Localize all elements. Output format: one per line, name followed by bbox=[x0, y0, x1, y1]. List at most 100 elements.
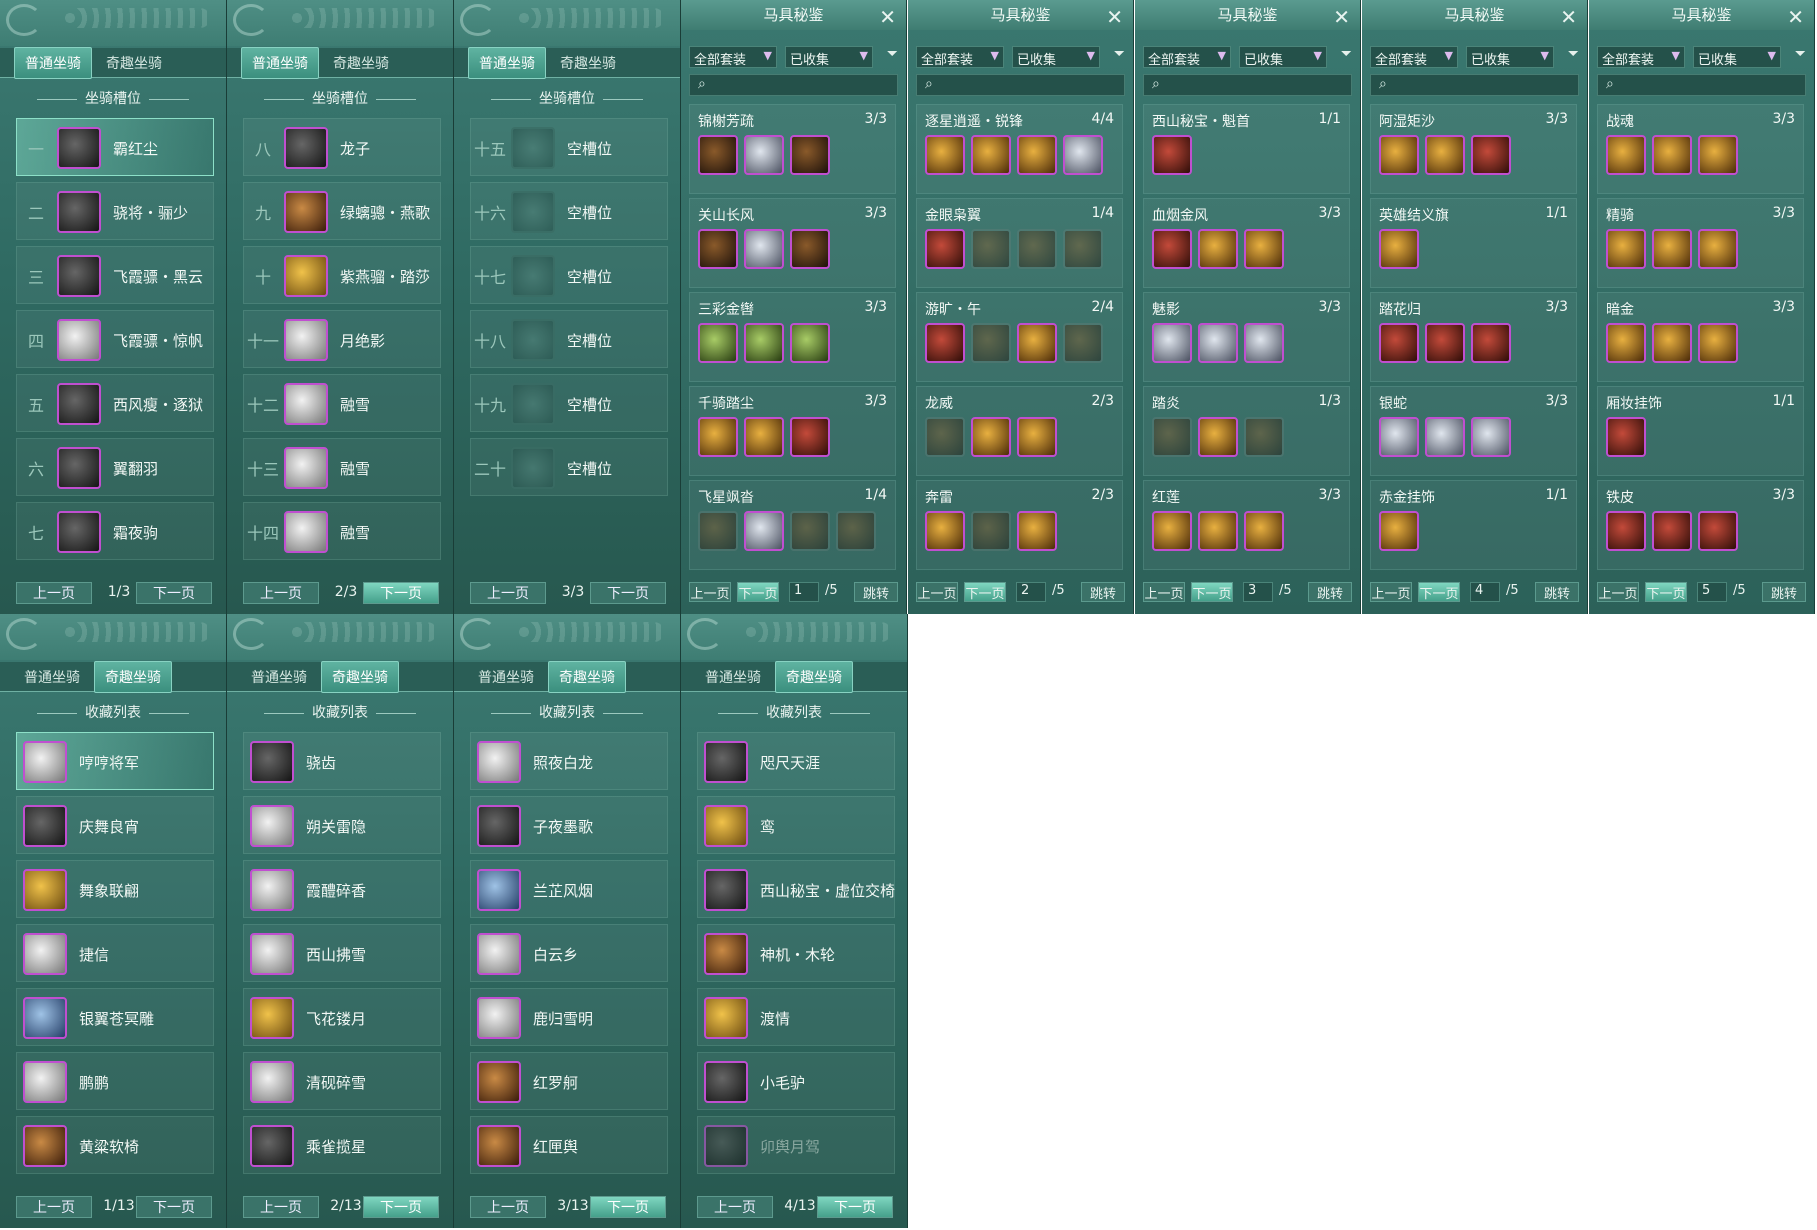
tab-special-mounts[interactable]: 奇趣坐骑 bbox=[321, 660, 399, 693]
collected-filter-dropdown[interactable]: 已收集 ▼ bbox=[1693, 46, 1781, 68]
tack-item-icon[interactable] bbox=[925, 323, 965, 363]
tack-item-icon[interactable] bbox=[1606, 511, 1646, 551]
jump-button[interactable]: 跳转 bbox=[854, 582, 898, 602]
tack-item-icon[interactable] bbox=[1152, 511, 1192, 551]
tack-item-icon[interactable] bbox=[1017, 229, 1057, 269]
collection-row[interactable]: 红匣舆 bbox=[470, 1116, 668, 1174]
close-icon[interactable]: ✕ bbox=[1106, 2, 1123, 32]
close-icon[interactable]: ✕ bbox=[879, 2, 896, 32]
tab-normal-mounts[interactable]: 普通坐骑 bbox=[241, 46, 319, 79]
set-filter-dropdown[interactable]: 全部套装 ▼ bbox=[1143, 46, 1231, 68]
prev-page-button[interactable]: 上一页 bbox=[697, 1196, 773, 1218]
tab-normal-mounts[interactable]: 普通坐骑 bbox=[468, 46, 546, 79]
collection-row[interactable]: 飞花镂月 bbox=[243, 988, 441, 1046]
next-page-button[interactable]: 下一页 bbox=[590, 1196, 666, 1218]
collection-row[interactable]: 鹿归雪明 bbox=[470, 988, 668, 1046]
tab-special-mounts[interactable]: 奇趣坐骑 bbox=[775, 660, 853, 693]
next-page-button[interactable]: 下一页 bbox=[590, 582, 666, 604]
collection-row[interactable]: 哼哼将军 bbox=[16, 732, 214, 790]
collection-row[interactable]: 乘雀揽星 bbox=[243, 1116, 441, 1174]
mount-slot-row[interactable]: 十一 月绝影 bbox=[243, 310, 441, 368]
prev-page-button[interactable]: 上一页 bbox=[470, 1196, 546, 1218]
close-icon[interactable]: ✕ bbox=[1787, 2, 1804, 32]
mount-slot-row[interactable]: 十 紫燕骝・踏莎 bbox=[243, 246, 441, 304]
collection-row[interactable]: 兰芷风烟 bbox=[470, 860, 668, 918]
search-input[interactable]: ⌕ bbox=[689, 74, 898, 96]
tack-item-icon[interactable] bbox=[1606, 229, 1646, 269]
next-page-button[interactable]: 下一页 bbox=[363, 1196, 439, 1218]
tack-item-icon[interactable] bbox=[744, 417, 784, 457]
next-page-button[interactable]: 下一页 bbox=[964, 582, 1006, 602]
tack-item-icon[interactable] bbox=[1244, 323, 1284, 363]
set-filter-dropdown[interactable]: 全部套装 ▼ bbox=[689, 46, 777, 68]
prev-page-button[interactable]: 上一页 bbox=[916, 582, 958, 602]
tack-set-card[interactable]: 魅影 3/3 bbox=[1143, 292, 1350, 382]
collected-filter-dropdown[interactable]: 已收集 ▼ bbox=[785, 46, 873, 68]
next-page-button[interactable]: 下一页 bbox=[1418, 582, 1460, 602]
collected-filter-dropdown[interactable]: 已收集 ▼ bbox=[1239, 46, 1327, 68]
mount-slot-row[interactable]: 十六 空槽位 bbox=[470, 182, 668, 240]
mount-slot-row[interactable]: 八 龙子 bbox=[243, 118, 441, 176]
tack-set-card[interactable]: 游旷・午 2/4 bbox=[916, 292, 1123, 382]
close-icon[interactable]: ✕ bbox=[1560, 2, 1577, 32]
tab-normal-mounts[interactable]: 普通坐骑 bbox=[14, 46, 92, 79]
tack-set-card[interactable]: 西山秘宝・魁首 1/1 bbox=[1143, 104, 1350, 194]
tack-set-card[interactable]: 千骑踏尘 3/3 bbox=[689, 386, 896, 476]
tack-set-card[interactable]: 关山长风 3/3 bbox=[689, 198, 896, 288]
collection-row[interactable]: 神机・木轮 bbox=[697, 924, 895, 982]
tack-set-card[interactable]: 精骑 3/3 bbox=[1597, 198, 1804, 288]
collection-row[interactable]: 小毛驴 bbox=[697, 1052, 895, 1110]
prev-page-button[interactable]: 上一页 bbox=[470, 582, 546, 604]
mount-slot-row[interactable]: 七 霜夜驹 bbox=[16, 502, 214, 560]
tack-item-icon[interactable] bbox=[836, 511, 876, 551]
tack-item-icon[interactable] bbox=[790, 135, 830, 175]
tack-item-icon[interactable] bbox=[1652, 135, 1692, 175]
tack-item-icon[interactable] bbox=[1652, 229, 1692, 269]
jump-button[interactable]: 跳转 bbox=[1535, 582, 1579, 602]
tack-item-icon[interactable] bbox=[744, 229, 784, 269]
tab-special-mounts[interactable]: 奇趣坐骑 bbox=[550, 48, 626, 78]
mount-slot-row[interactable]: 十三 融雪 bbox=[243, 438, 441, 496]
mount-slot-row[interactable]: 九 绿螭骢・燕歌 bbox=[243, 182, 441, 240]
tack-set-card[interactable]: 逐星逍遥・锐锋 4/4 bbox=[916, 104, 1123, 194]
tack-item-icon[interactable] bbox=[925, 511, 965, 551]
tack-item-icon[interactable] bbox=[1379, 417, 1419, 457]
collection-row[interactable]: 舞象联翩 bbox=[16, 860, 214, 918]
tack-item-icon[interactable] bbox=[1063, 229, 1103, 269]
tack-set-card[interactable]: 暗金 3/3 bbox=[1597, 292, 1804, 382]
set-filter-dropdown[interactable]: 全部套装 ▼ bbox=[916, 46, 1004, 68]
collection-row[interactable]: 庆舞良宵 bbox=[16, 796, 214, 854]
collection-row[interactable]: 鹏鹏 bbox=[16, 1052, 214, 1110]
collection-row[interactable]: 照夜白龙 bbox=[470, 732, 668, 790]
tack-item-icon[interactable] bbox=[744, 135, 784, 175]
mount-slot-row[interactable]: 十四 融雪 bbox=[243, 502, 441, 560]
prev-page-button[interactable]: 上一页 bbox=[1143, 582, 1185, 602]
collection-row[interactable]: 鸾 bbox=[697, 796, 895, 854]
mount-slot-row[interactable]: 六 翼翻羽 bbox=[16, 438, 214, 496]
tack-item-icon[interactable] bbox=[1198, 323, 1238, 363]
tack-item-icon[interactable] bbox=[1606, 417, 1646, 457]
tack-item-icon[interactable] bbox=[1152, 323, 1192, 363]
search-input[interactable]: ⌕ bbox=[1597, 74, 1806, 96]
tack-set-card[interactable]: 厢妆挂饰 1/1 bbox=[1597, 386, 1804, 476]
tack-item-icon[interactable] bbox=[790, 323, 830, 363]
page-number-input[interactable]: 1 bbox=[789, 582, 819, 602]
tack-item-icon[interactable] bbox=[925, 229, 965, 269]
tack-item-icon[interactable] bbox=[1425, 417, 1465, 457]
next-page-button[interactable]: 下一页 bbox=[737, 582, 779, 602]
collection-row[interactable]: 银翼苍冥雕 bbox=[16, 988, 214, 1046]
filter-icon[interactable]: ⏷ bbox=[1795, 46, 1806, 62]
mount-slot-row[interactable]: 五 西风瘦・逐狱 bbox=[16, 374, 214, 432]
tack-item-icon[interactable] bbox=[1425, 135, 1465, 175]
mount-slot-row[interactable]: 十九 空槽位 bbox=[470, 374, 668, 432]
search-input[interactable]: ⌕ bbox=[916, 74, 1125, 96]
next-page-button[interactable]: 下一页 bbox=[1645, 582, 1687, 602]
collection-row[interactable]: 渡情 bbox=[697, 988, 895, 1046]
tack-item-icon[interactable] bbox=[698, 323, 738, 363]
collection-row[interactable]: 清砚碎雪 bbox=[243, 1052, 441, 1110]
tack-set-card[interactable]: 铁皮 3/3 bbox=[1597, 480, 1804, 570]
tack-item-icon[interactable] bbox=[1017, 323, 1057, 363]
collection-row[interactable]: 黄粱软椅 bbox=[16, 1116, 214, 1174]
jump-button[interactable]: 跳转 bbox=[1762, 582, 1806, 602]
tab-special-mounts[interactable]: 奇趣坐骑 bbox=[323, 48, 399, 78]
